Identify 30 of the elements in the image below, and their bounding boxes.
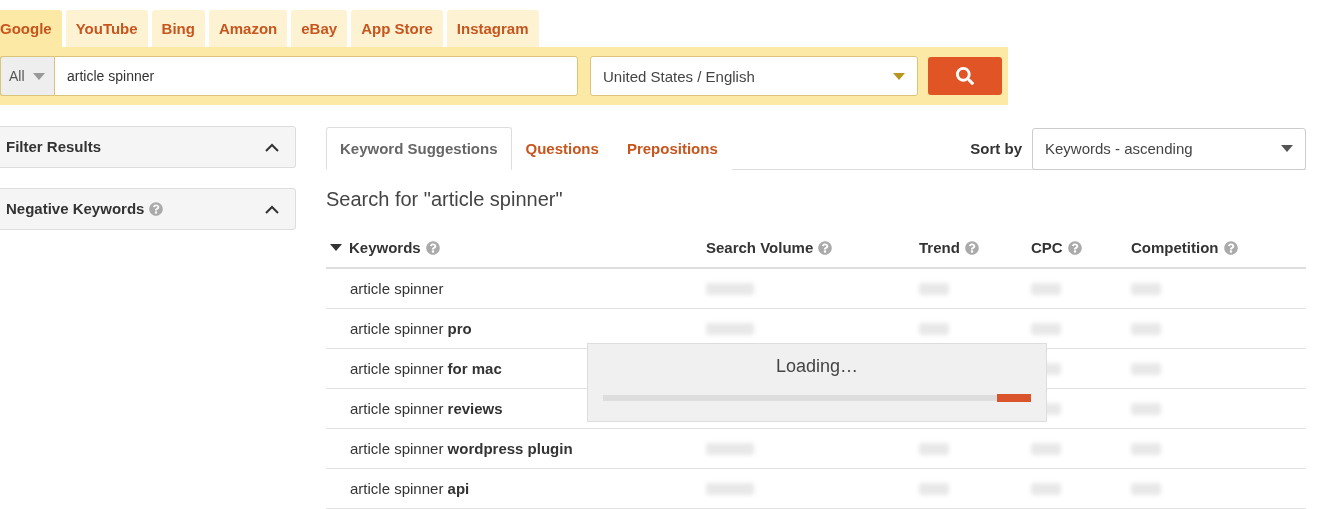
keyword-cell-text: article spinner for mac: [350, 360, 503, 377]
sort-dropdown[interactable]: Keywords - ascending: [1032, 127, 1306, 170]
sidebar-panel-header[interactable]: Negative Keywords: [0, 188, 296, 230]
keyword-cell-text: article spinner reviews: [350, 400, 504, 417]
result-tab[interactable]: Keyword Suggestions: [326, 127, 512, 170]
column-header[interactable]: Trend: [919, 239, 1031, 256]
engine-tab[interactable]: Google: [0, 10, 62, 47]
language-dropdown[interactable]: United States / English: [590, 56, 918, 96]
panel-title: Filter Results: [6, 138, 102, 155]
keyword-cell-text: article spinner api: [350, 480, 471, 497]
panel-title: Negative Keywords: [6, 200, 145, 217]
column-header[interactable]: Keywords: [330, 239, 706, 256]
results-heading: Search for "article spinner": [326, 188, 564, 212]
scope-dropdown[interactable]: All: [0, 56, 54, 96]
keyword-cell-text: article spinner: [350, 280, 445, 297]
engine-tab[interactable]: Bing: [151, 10, 205, 47]
column-header[interactable]: CPC: [1031, 239, 1131, 256]
search-field[interactable]: article spinner: [54, 56, 578, 96]
loading-text: Loading…: [775, 356, 859, 377]
column-header[interactable]: Competition: [1131, 239, 1306, 256]
engine-tab[interactable]: eBay: [291, 10, 348, 47]
sort-label: Sort by: [970, 140, 1022, 157]
keyword-cell-text: article spinner pro: [350, 320, 473, 337]
engine-tab[interactable]: App Store: [351, 10, 443, 47]
engine-tab[interactable]: Instagram: [446, 10, 539, 47]
engine-tab[interactable]: YouTube: [65, 10, 148, 47]
sidebar-panel-header[interactable]: Filter Results: [0, 126, 296, 168]
keyword-cell-text: article spinner wordpress plugin: [350, 440, 574, 457]
column-header[interactable]: Search Volume: [706, 239, 919, 256]
engine-tab[interactable]: Amazon: [208, 10, 288, 47]
